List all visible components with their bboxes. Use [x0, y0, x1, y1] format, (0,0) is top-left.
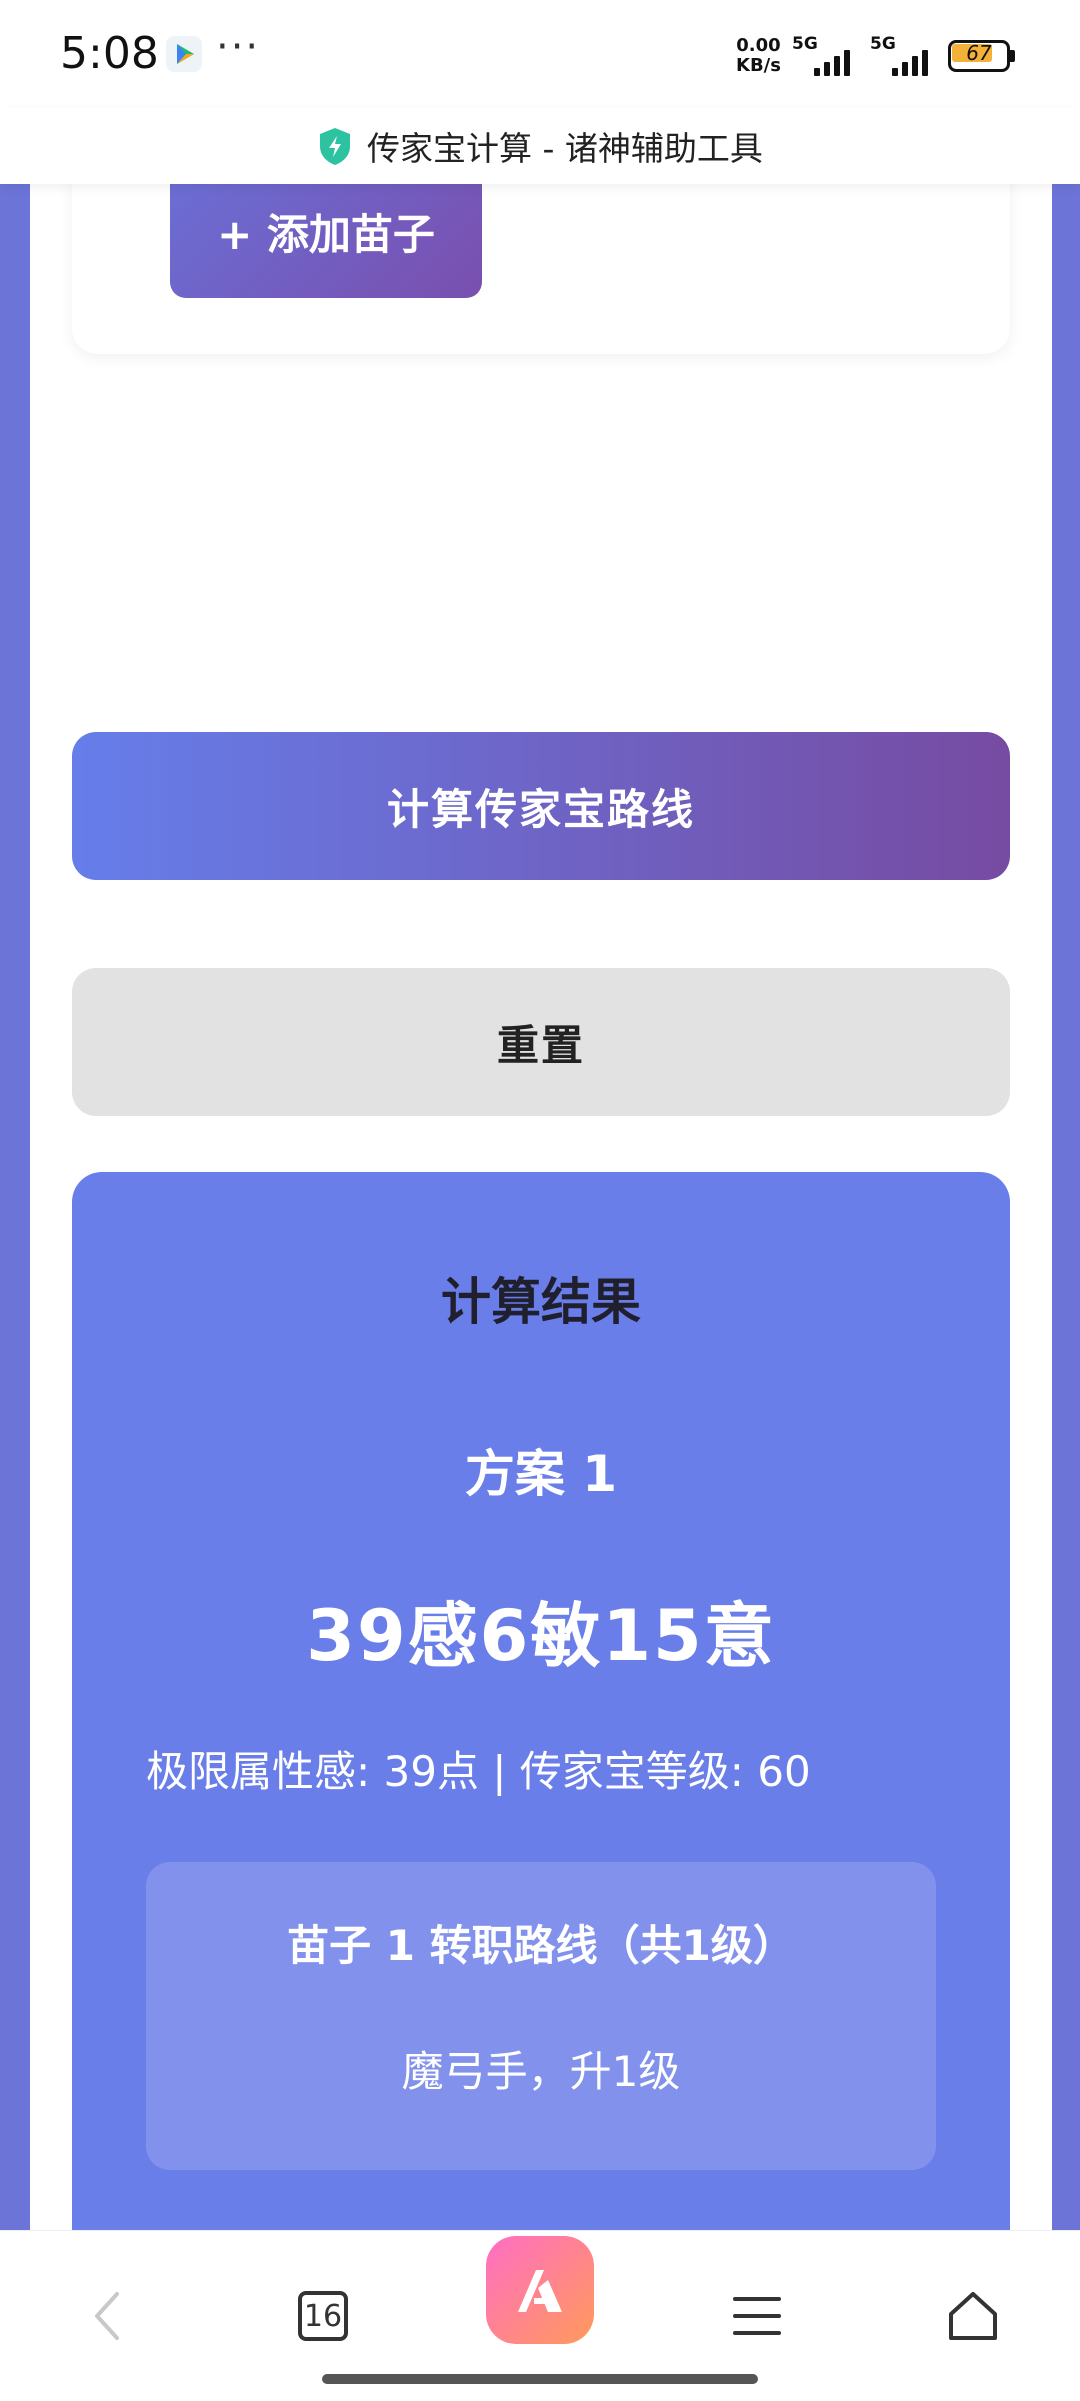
play-store-icon: [166, 36, 202, 72]
home-button[interactable]: [918, 2261, 1028, 2371]
network-speed: 0.00 KB/s: [736, 36, 781, 76]
tabs-button[interactable]: 16: [268, 2261, 378, 2371]
menu-icon: [733, 2297, 781, 2335]
page-title-bar: 传家宝计算 - 诸神辅助工具: [0, 108, 1080, 184]
plan-name: 方案 1: [464, 1445, 618, 1503]
battery-level: 67: [966, 41, 992, 65]
plan-stats: 39感6敏15意: [306, 1595, 776, 1677]
screen: 5:08 ··· 0.00 KB/s 5G 5G 67 传家宝计算 - 诸神辅助…: [0, 0, 1080, 2401]
status-bar: 5:08 ··· 0.00 KB/s 5G 5G 67: [0, 0, 1080, 108]
reset-button[interactable]: 重置: [72, 968, 1010, 1116]
result-panel: 计算结果 方案 1 39感6敏15意 极限属性感: 39点 | 传家宝等级: 6…: [72, 1172, 1010, 2230]
menu-button[interactable]: [702, 2261, 812, 2371]
plan-info: 极限属性感: 39点 | 传家宝等级: 60: [146, 1747, 811, 1796]
seedling-panel: + 添加苗子: [72, 184, 1010, 354]
route-detail: 魔弓手，升1级: [401, 2047, 681, 2096]
network-speed-value: 0.00: [736, 35, 781, 56]
main-card: + 添加苗子 计算传家宝路线 重置 计算结果 方案 1 39感6敏15意 极限属…: [30, 184, 1052, 2230]
ai-logo-icon: [518, 2270, 562, 2312]
route-title: 苗子 1 转职路线（共1级）: [287, 1921, 795, 1970]
shield-icon: [320, 128, 351, 165]
status-time: 5:08: [60, 28, 159, 79]
calculate-route-button[interactable]: 计算传家宝路线: [72, 732, 1010, 880]
result-title: 计算结果: [441, 1273, 641, 1331]
page-title: 传家宝计算 - 诸神辅助工具: [367, 129, 763, 168]
route-card: 苗子 1 转职路线（共1级） 魔弓手，升1级: [146, 1862, 936, 2170]
more-notifications: ···: [216, 24, 261, 70]
page-viewport[interactable]: + 添加苗子 计算传家宝路线 重置 计算结果 方案 1 39感6敏15意 极限属…: [0, 184, 1080, 2230]
tabs-count: 16: [298, 2291, 348, 2341]
browser-app-button[interactable]: [486, 2236, 594, 2344]
home-icon: [949, 2292, 997, 2340]
network-speed-unit: KB/s: [736, 55, 781, 76]
battery-icon: 67: [948, 40, 1016, 72]
back-icon: [95, 2292, 119, 2340]
add-seedling-button[interactable]: + 添加苗子: [170, 184, 482, 298]
home-indicator: [322, 2374, 758, 2384]
back-button[interactable]: [52, 2261, 162, 2371]
